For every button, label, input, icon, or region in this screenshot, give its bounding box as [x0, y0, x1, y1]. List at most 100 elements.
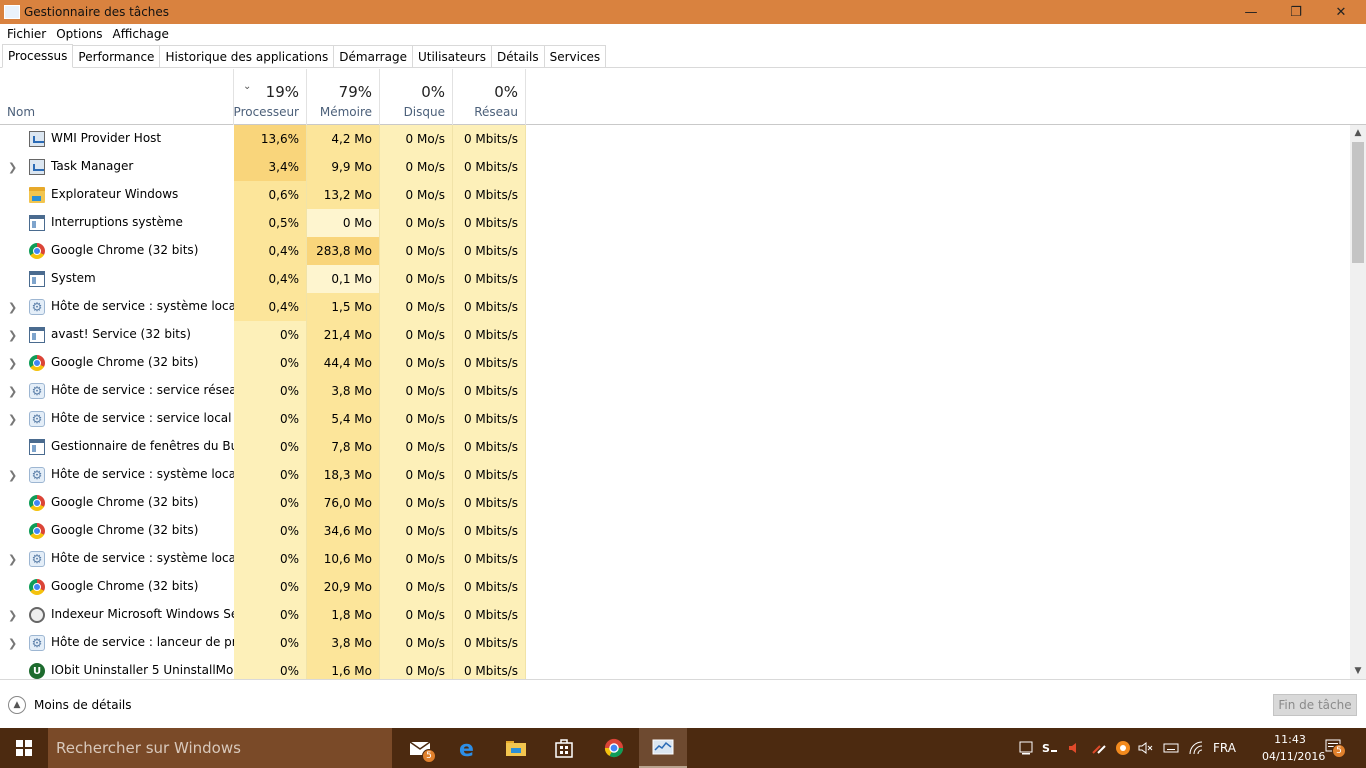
disk-value: 0 Mo/s: [380, 489, 453, 517]
menu-options[interactable]: Options: [51, 27, 107, 41]
process-row[interactable]: U IObit Uninstaller 5 UninstallMon... 0% 1,…: [0, 657, 1350, 679]
cpu-value: 0%: [234, 433, 307, 461]
process-name: Gestionnaire de fenêtres du Bur...: [51, 439, 254, 453]
scroll-up-icon[interactable]: ▲: [1350, 125, 1366, 141]
tab-details[interactable]: Détails: [490, 45, 545, 67]
cpu-value: 0%: [234, 573, 307, 601]
process-row[interactable]: ❯ ⚙ Hôte de service : service réseau ... 0%…: [0, 377, 1350, 405]
memory-value: 1,6 Mo: [307, 657, 380, 679]
clock[interactable]: 11:43 04/11/2016: [1262, 731, 1325, 765]
process-row[interactable]: ❯ ⚙ Hôte de service : système local (... 0%…: [0, 545, 1350, 573]
tab-utilisateurs[interactable]: Utilisateurs: [411, 45, 492, 67]
expand-chevron-icon[interactable]: ❯: [8, 413, 17, 426]
close-button[interactable]: ✕: [1318, 0, 1364, 24]
less-details-button[interactable]: ▲ Moins de détails: [8, 696, 132, 714]
memory-value: 20,9 Mo: [307, 573, 380, 601]
process-row[interactable]: Interruptions système 0,5% 0 Mo 0 Mo/s 0 Mbi…: [0, 209, 1350, 237]
process-row[interactable]: Explorateur Windows 0,6% 13,2 Mo 0 Mo/s 0 Mb…: [0, 181, 1350, 209]
cpu-value: 0%: [234, 405, 307, 433]
process-row[interactable]: System 0,4% 0,1 Mo 0 Mo/s 0 Mbits/s: [0, 265, 1350, 293]
menu-fichier[interactable]: Fichier: [2, 27, 51, 41]
taskbar-task-manager[interactable]: [639, 728, 687, 768]
tab-historique[interactable]: Historique des applications: [159, 45, 335, 67]
process-row[interactable]: ❯ ⚙ Hôte de service : lanceur de pro... 0% 3…: [0, 629, 1350, 657]
column-cpu-header[interactable]: ⌄ 19% Processeur: [234, 69, 307, 125]
process-row[interactable]: ❯ avast! Service (32 bits) 0% 21,4 Mo 0 Mo/s…: [0, 321, 1350, 349]
vertical-scrollbar[interactable]: ▲ ▼: [1350, 125, 1366, 679]
column-memory-header[interactable]: 79% Mémoire: [307, 69, 380, 125]
chrome-icon: [29, 243, 45, 259]
process-row[interactable]: ❯ Google Chrome (32 bits) 0% 44,4 Mo 0 Mo/s 0…: [0, 349, 1350, 377]
process-row[interactable]: Google Chrome (32 bits) 0,4% 283,8 Mo 0 Mo/…: [0, 237, 1350, 265]
process-row[interactable]: ❯ ⚙ Hôte de service : système local (... 0%…: [0, 461, 1350, 489]
volume-muted-icon[interactable]: [1067, 739, 1081, 757]
process-row[interactable]: ❯ ⚙ Hôte de service : service local (a... 0…: [0, 405, 1350, 433]
tab-processus[interactable]: Processus: [2, 44, 74, 68]
taskbar-chrome[interactable]: [590, 728, 638, 768]
gear-icon: ⚙: [29, 551, 45, 567]
tablet-mode-icon[interactable]: [1019, 739, 1033, 757]
expand-chevron-icon[interactable]: ❯: [8, 553, 17, 566]
scroll-thumb[interactable]: [1352, 142, 1364, 263]
notification-center-icon[interactable]: 5: [1324, 738, 1346, 758]
expand-chevron-icon[interactable]: ❯: [8, 329, 17, 342]
network-value: 0 Mbits/s: [453, 657, 526, 679]
taskbar-store[interactable]: [540, 728, 588, 768]
scroll-down-icon[interactable]: ▼: [1350, 663, 1366, 679]
memory-value: 44,4 Mo: [307, 349, 380, 377]
minimize-button[interactable]: —: [1228, 0, 1274, 24]
process-name-cell: ❯ ⚙ Hôte de service : service réseau ...: [0, 377, 259, 405]
skype-icon[interactable]: S: [1042, 739, 1058, 757]
disk-value: 0 Mo/s: [380, 461, 453, 489]
expand-chevron-icon[interactable]: ❯: [8, 385, 17, 398]
cpu-value: 0%: [234, 349, 307, 377]
tab-demarrage[interactable]: Démarrage: [333, 45, 413, 67]
keyboard-icon[interactable]: [1163, 739, 1179, 757]
process-row[interactable]: WMI Provider Host 13,6% 4,2 Mo 0 Mo/s 0 Mbit…: [0, 125, 1350, 153]
taskbar-mail[interactable]: 5: [396, 728, 444, 768]
taskbar-explorer[interactable]: [492, 728, 540, 768]
process-row[interactable]: Google Chrome (32 bits) 0% 76,0 Mo 0 Mo/s 0 …: [0, 489, 1350, 517]
column-network-header[interactable]: 0% Réseau: [453, 69, 526, 125]
tab-performance[interactable]: Performance: [72, 45, 161, 67]
tab-services[interactable]: Services: [543, 45, 607, 67]
expand-chevron-icon[interactable]: ❯: [8, 161, 17, 174]
process-row[interactable]: ❯ ⚙ Hôte de service : système local (... 0,…: [0, 293, 1350, 321]
tools-icon[interactable]: [1091, 739, 1107, 757]
process-row[interactable]: Gestionnaire de fenêtres du Bur... 0% 7,8 …: [0, 433, 1350, 461]
expand-chevron-icon[interactable]: ❯: [8, 637, 17, 650]
memory-value: 283,8 Mo: [307, 237, 380, 265]
maximize-button[interactable]: ❐: [1273, 0, 1319, 24]
disk-value: 0 Mo/s: [380, 545, 453, 573]
menu-affichage[interactable]: Affichage: [108, 27, 174, 41]
expand-chevron-icon[interactable]: ❯: [8, 301, 17, 314]
column-name-header[interactable]: Nom: [0, 69, 234, 125]
process-row[interactable]: ❯ Indexeur Microsoft Windows Se... 0% 1,8 M…: [0, 601, 1350, 629]
disk-value: 0 Mo/s: [380, 601, 453, 629]
language-indicator[interactable]: FRA: [1213, 739, 1236, 757]
process-name: Google Chrome (32 bits): [51, 579, 199, 593]
process-name: Google Chrome (32 bits): [51, 523, 199, 537]
start-button[interactable]: [0, 728, 48, 768]
window-icon: [29, 271, 45, 287]
gear-icon: ⚙: [29, 411, 45, 427]
memory-value: 3,8 Mo: [307, 377, 380, 405]
network-value: 0 Mbits/s: [453, 237, 526, 265]
network-value: 0 Mbits/s: [453, 489, 526, 517]
network-value: 0 Mbits/s: [453, 293, 526, 321]
disk-value: 0 Mo/s: [380, 517, 453, 545]
end-task-button[interactable]: Fin de tâche: [1273, 694, 1357, 716]
column-disk-header[interactable]: 0% Disque: [380, 69, 453, 125]
process-row[interactable]: Google Chrome (32 bits) 0% 34,6 Mo 0 Mo/s 0 …: [0, 517, 1350, 545]
expand-chevron-icon[interactable]: ❯: [8, 609, 17, 622]
process-row[interactable]: ❯ Task Manager 3,4% 9,9 Mo 0 Mo/s 0 Mbits/s: [0, 153, 1350, 181]
process-name: Google Chrome (32 bits): [51, 243, 199, 257]
taskbar-edge[interactable]: e: [444, 728, 492, 768]
expand-chevron-icon[interactable]: ❯: [8, 357, 17, 370]
taskbar-search-box[interactable]: Rechercher sur Windows: [48, 728, 392, 768]
expand-chevron-icon[interactable]: ❯: [8, 469, 17, 482]
avast-icon[interactable]: [1115, 739, 1131, 757]
speaker-mute-icon[interactable]: [1138, 739, 1154, 757]
process-row[interactable]: Google Chrome (32 bits) 0% 20,9 Mo 0 Mo/s 0 …: [0, 573, 1350, 601]
wifi-icon[interactable]: [1189, 739, 1205, 757]
